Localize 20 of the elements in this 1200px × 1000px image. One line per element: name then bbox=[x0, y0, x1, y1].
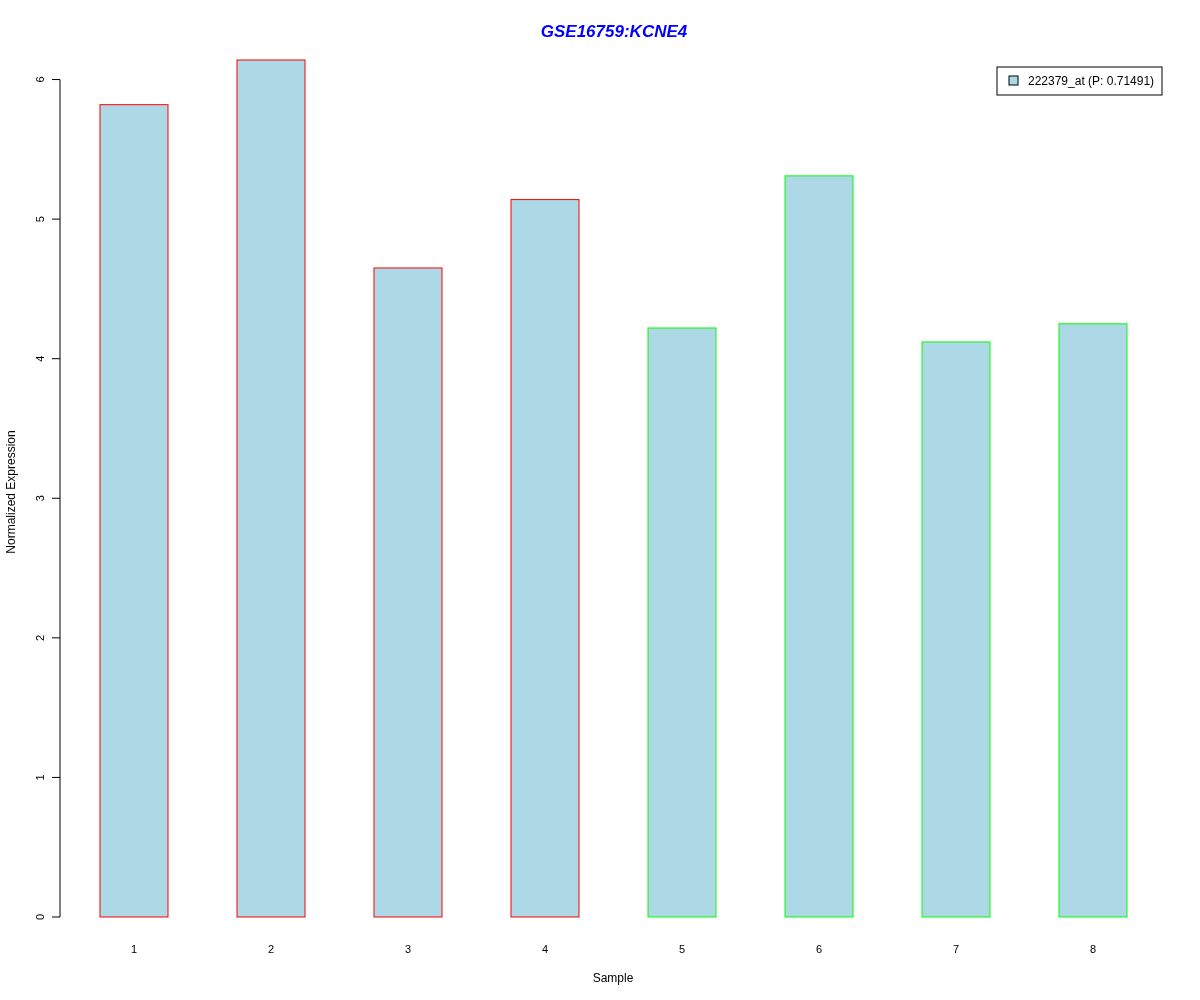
x-tick-label: 1 bbox=[130, 943, 138, 955]
y-tick-label: 2 bbox=[34, 634, 46, 641]
x-tick-label: 8 bbox=[1089, 943, 1097, 955]
y-tick-label: 4 bbox=[34, 355, 46, 362]
x-tick-label: 3 bbox=[404, 943, 412, 955]
y-tick-label: 3 bbox=[34, 495, 46, 502]
x-tick-label: 5 bbox=[678, 943, 686, 955]
legend-label: 222379_at (P: 0.71491) bbox=[1028, 74, 1155, 88]
y-axis-label: Normalized Expression bbox=[4, 430, 18, 554]
y-tick-label: 1 bbox=[34, 774, 46, 781]
x-tick-label: 7 bbox=[952, 943, 960, 955]
y-tick-label: 6 bbox=[34, 76, 46, 83]
legend-swatch bbox=[1008, 75, 1019, 86]
x-tick-label: 4 bbox=[541, 943, 549, 955]
y-tick-label: 0 bbox=[34, 913, 46, 921]
y-tick-label: 5 bbox=[34, 216, 46, 223]
x-tick-label: 2 bbox=[267, 943, 275, 955]
x-axis-label: Sample bbox=[592, 971, 634, 985]
chart-title: GSE16759:KCNE4 bbox=[540, 22, 688, 41]
x-tick-label: 6 bbox=[815, 943, 823, 955]
